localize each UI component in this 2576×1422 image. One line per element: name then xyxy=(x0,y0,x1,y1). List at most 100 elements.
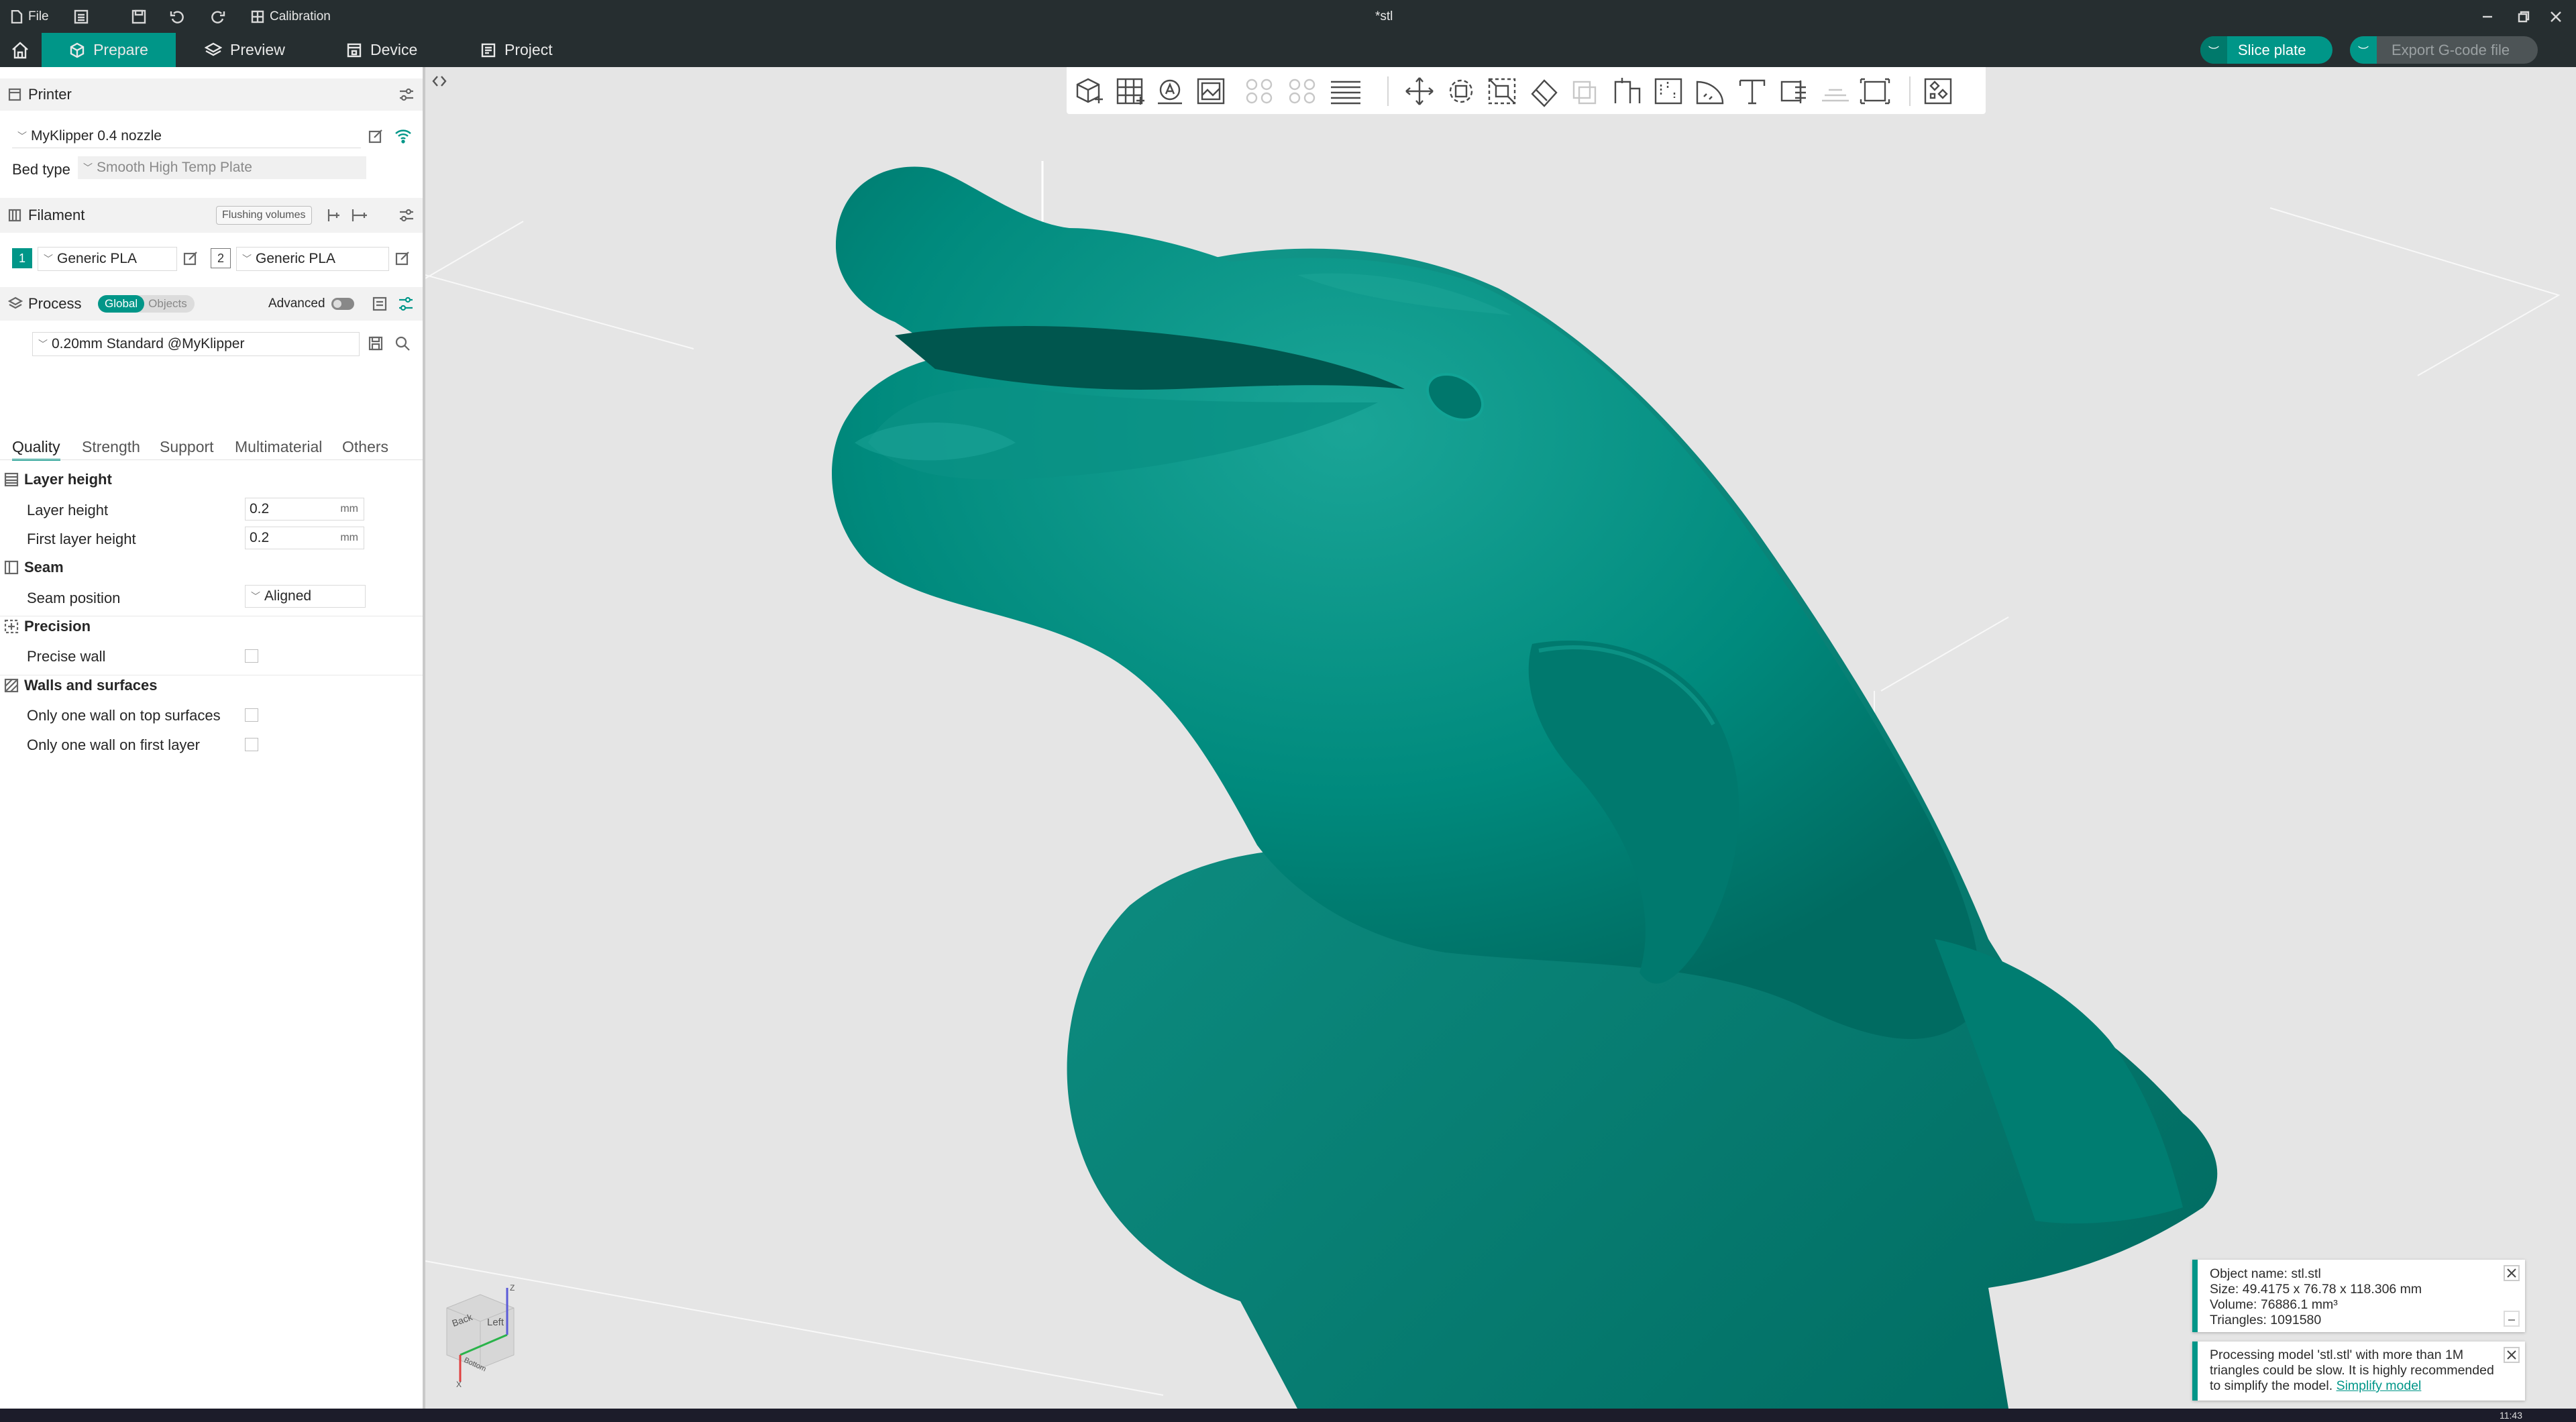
redo-icon[interactable] xyxy=(211,0,225,33)
view-cube-left[interactable]: Left xyxy=(487,1317,504,1328)
arrange-grid-tool[interactable] xyxy=(1114,75,1148,107)
chevron-down-icon: ﹀ xyxy=(17,131,27,142)
scale-tool[interactable] xyxy=(1485,75,1520,107)
slice-plate-button[interactable]: ︶ Slice plate xyxy=(2200,36,2332,64)
close-icon[interactable] xyxy=(2504,1265,2520,1281)
global-option[interactable]: Global xyxy=(98,295,145,313)
filament-slot-1-select[interactable]: ﹀ Generic PLA xyxy=(38,247,177,271)
one-wall-top-checkbox[interactable] xyxy=(245,708,258,722)
plate-tool[interactable] xyxy=(1194,75,1229,107)
printer-preset-select[interactable]: ﹀ MyKlipper 0.4 nozzle xyxy=(12,125,361,148)
file-menu[interactable]: File xyxy=(11,0,49,33)
first-layer-height-input[interactable]: 0.2 mm xyxy=(245,527,364,549)
tab-preview[interactable]: Preview xyxy=(205,33,285,67)
restore-icon[interactable] xyxy=(2517,0,2530,33)
minimize-icon[interactable] xyxy=(2481,0,2494,33)
bed-type-select[interactable]: ﹀ Smooth High Temp Plate xyxy=(78,156,366,179)
arrange-tool[interactable] xyxy=(1242,75,1277,107)
save-preset-icon[interactable] xyxy=(368,335,384,351)
tab-prepare[interactable]: Prepare xyxy=(42,33,176,67)
measure-tool[interactable] xyxy=(1858,75,1893,107)
seam-position-label: Seam position xyxy=(27,590,121,606)
chevron-down-icon: ﹀ xyxy=(38,339,48,349)
add-filament-icon[interactable] xyxy=(350,208,368,223)
mesh-boolean-tool[interactable] xyxy=(1776,75,1811,107)
undo-icon[interactable] xyxy=(170,0,184,33)
global-objects-toggle[interactable]: Global Objects xyxy=(98,295,195,313)
window-title: *stl xyxy=(1375,9,1393,23)
process-preset-select[interactable]: ﹀ 0.20mm Standard @MyKlipper xyxy=(32,332,360,356)
layers-tool[interactable] xyxy=(1328,75,1363,107)
view-cube[interactable]: Back Left Bottom Z X xyxy=(440,1281,547,1389)
object-size: Size: 49.4175 x 76.78 x 118.306 mm xyxy=(2210,1282,2422,1297)
filament-slot-1-badge[interactable]: 1 xyxy=(12,248,32,268)
remove-filament-icon[interactable] xyxy=(326,208,342,223)
precision-group: Precision xyxy=(0,614,91,639)
view-cube-gizmo[interactable]: Back Left Bottom Z X xyxy=(440,1281,547,1389)
one-wall-first-checkbox[interactable] xyxy=(245,738,258,751)
filament-section-header: Filament Flushing volumes xyxy=(0,198,423,233)
rotate-tool[interactable] xyxy=(1444,75,1479,107)
edit-icon[interactable] xyxy=(182,250,199,266)
edit-icon[interactable] xyxy=(394,250,411,266)
save-icon[interactable] xyxy=(131,0,146,33)
tab-device[interactable]: Device xyxy=(346,33,417,67)
layer-height-label: Layer height xyxy=(27,502,109,518)
export-dropdown-icon[interactable]: ︶ xyxy=(2350,36,2377,64)
walls-surfaces-group-label: Walls and surfaces xyxy=(24,677,158,694)
cut-tool[interactable] xyxy=(1610,75,1645,107)
printer-settings-icon[interactable] xyxy=(398,88,415,101)
subtab-multimaterial[interactable]: Multimaterial xyxy=(235,438,322,456)
process-settings-icon[interactable] xyxy=(397,296,415,312)
calibration-menu[interactable]: Calibration xyxy=(251,0,331,33)
export-gcode-button[interactable]: ︶ Export G-code file xyxy=(2350,36,2538,64)
title-bar: File Calibration *stl xyxy=(0,0,2576,33)
filament-settings-icon[interactable] xyxy=(398,209,415,222)
filament-slot-2-select[interactable]: ﹀ Generic PLA xyxy=(236,247,389,271)
seam-paint-tool[interactable] xyxy=(1693,75,1728,107)
support-paint-tool[interactable] xyxy=(1652,75,1686,107)
add-cube-icon xyxy=(1076,78,1103,103)
seam-group-label: Seam xyxy=(24,559,64,576)
subtab-strength[interactable]: Strength xyxy=(82,438,140,456)
subtab-quality[interactable]: Quality xyxy=(12,438,60,461)
precise-wall-checkbox[interactable] xyxy=(245,649,258,663)
subtab-support[interactable]: Support xyxy=(160,438,214,456)
filament-section-label: Filament xyxy=(28,207,85,223)
search-icon[interactable] xyxy=(394,335,411,351)
view-cube-x-axis: X xyxy=(456,1380,462,1388)
compare-presets-icon[interactable] xyxy=(372,296,388,312)
advanced-toggle[interactable] xyxy=(331,298,354,310)
lay-on-face-tool[interactable] xyxy=(1527,75,1562,107)
assembly-tool[interactable] xyxy=(1818,75,1853,107)
edit-icon[interactable] xyxy=(368,128,384,144)
home-button[interactable] xyxy=(0,33,40,67)
cut-disabled-tool[interactable] xyxy=(1567,75,1602,107)
flushing-volumes-button[interactable]: Flushing volumes xyxy=(216,206,312,225)
assembly-view-tool[interactable] xyxy=(1921,75,1956,107)
layout-tool[interactable] xyxy=(1285,75,1320,107)
objects-option[interactable]: Objects xyxy=(144,297,187,311)
minimize-panel-icon[interactable] xyxy=(2504,1311,2520,1327)
seam-position-select[interactable]: ﹀ Aligned xyxy=(245,585,366,608)
collapse-sidebar-icon[interactable] xyxy=(431,72,448,90)
tab-project[interactable]: Project xyxy=(480,33,553,67)
move-tool[interactable] xyxy=(1402,75,1437,107)
menu-icon[interactable] xyxy=(74,0,89,33)
simplify-model-link[interactable]: Simplify model xyxy=(2337,1378,2422,1393)
filament-slot-2-badge[interactable]: 2 xyxy=(211,248,231,268)
chevron-down-icon: ﹀ xyxy=(251,591,260,602)
text-tool[interactable] xyxy=(1735,75,1770,107)
printer-icon xyxy=(347,43,362,57)
3d-viewport[interactable]: Back Left Bottom Z X xyxy=(425,67,2576,1409)
one-wall-first-label: Only one wall on first layer xyxy=(27,736,200,753)
wifi-icon[interactable] xyxy=(394,128,412,144)
close-window-icon[interactable] xyxy=(2549,0,2563,33)
add-object-tool[interactable] xyxy=(1072,75,1107,107)
subtab-others[interactable]: Others xyxy=(342,438,388,456)
auto-orient-tool[interactable] xyxy=(1154,75,1189,107)
slice-dropdown-icon[interactable]: ︶ xyxy=(2200,36,2227,64)
layer-height-input[interactable]: 0.2 mm xyxy=(245,498,364,521)
dolphin-model[interactable] xyxy=(425,67,2576,1409)
close-icon[interactable] xyxy=(2504,1347,2520,1363)
